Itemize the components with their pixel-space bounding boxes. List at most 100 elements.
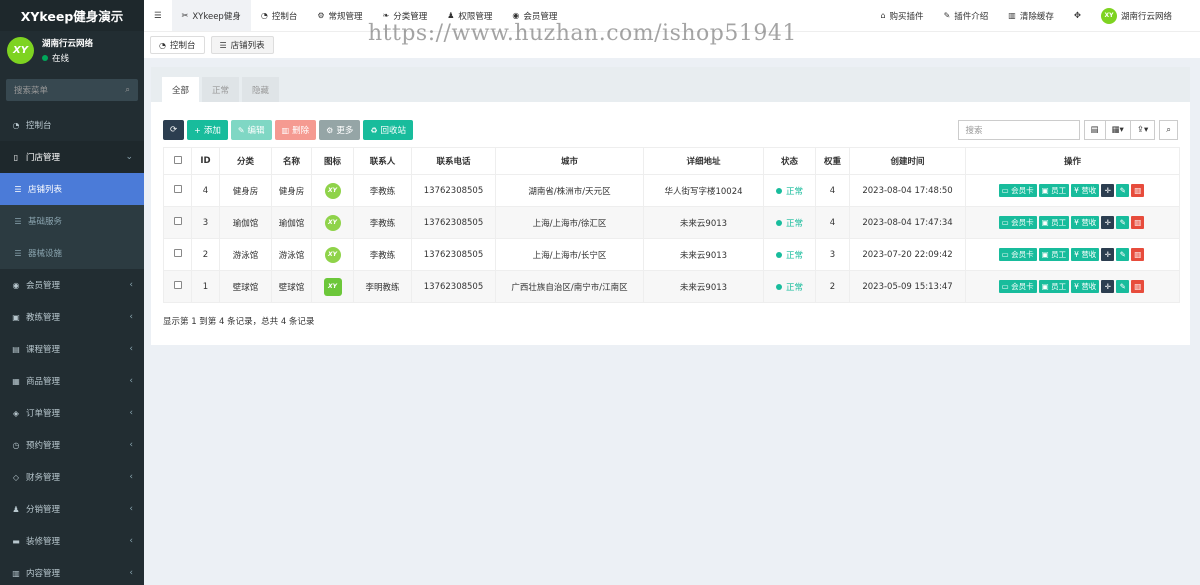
col-address[interactable]: 详细地址 (643, 147, 764, 175)
sidebar-item-decoration[interactable]: ▬ 装修管理 ‹ (0, 525, 144, 557)
table-row[interactable]: 4 健身房 健身房 XY 李教练 13762308505 湖南省/株洲市/天元区… (163, 174, 1180, 207)
fullscreen-button[interactable]: ✥ (1064, 0, 1091, 31)
cell-status[interactable]: 正常 (763, 206, 816, 239)
member-card-button[interactable]: ▭ 会员卡 (998, 216, 1037, 229)
sidebar-item-distribution[interactable]: ♟ 分销管理 ‹ (0, 493, 144, 525)
table-row[interactable]: 3 瑜伽馆 瑜伽馆 XY 李教练 13762308505 上海/上海市/徐汇区 … (163, 206, 1180, 239)
member-card-button[interactable]: ▭ 会员卡 (998, 280, 1037, 293)
col-id[interactable]: ID (191, 147, 220, 175)
member-card-button[interactable]: ▭ 会员卡 (998, 184, 1037, 197)
cell-status[interactable]: 正常 (763, 270, 816, 303)
sidebar-item-coaches[interactable]: ▣ 教练管理 ‹ (0, 301, 144, 333)
table-row[interactable]: 1 壁球馆 壁球馆 XY 李明教练 13762308505 广西壮族自治区/南宁… (163, 270, 1180, 303)
sidebar-toggle-button[interactable]: ☰ (144, 0, 172, 31)
buy-plugin-link[interactable]: ⌂ 购买插件 (870, 0, 933, 31)
menu-search-input[interactable]: 搜索菜单 ⌕ (6, 79, 138, 101)
row-checkbox[interactable] (163, 238, 192, 271)
topnav-item-general[interactable]: ⚙ 常规管理 (307, 0, 372, 31)
sidebar-item-members[interactable]: ◉ 会员管理 ‹ (0, 269, 144, 301)
row-delete-button[interactable]: ▥ (1131, 248, 1145, 261)
toggle-view-button[interactable]: ▤ (1083, 120, 1106, 140)
edit-button[interactable]: ✎ 编辑 (230, 120, 272, 140)
store-logo-icon[interactable]: XY (324, 214, 341, 231)
row-edit-button[interactable]: ✎ (1116, 216, 1130, 229)
refresh-button[interactable]: ⟳ (163, 120, 185, 140)
sidebar-item-store-list[interactable]: ☰ 店铺列表 (0, 173, 144, 205)
table-row[interactable]: 2 游泳馆 游泳馆 XY 李教练 13762308505 上海/上海市/长宁区 … (163, 238, 1180, 271)
tab-all[interactable]: 全部 (162, 77, 200, 102)
member-card-button[interactable]: ▭ 会员卡 (998, 248, 1037, 261)
col-icon[interactable]: 图标 (311, 147, 354, 175)
col-weight[interactable]: 权重 (815, 147, 850, 175)
add-button[interactable]: + 添加 (187, 120, 228, 140)
row-delete-button[interactable]: ▥ (1131, 184, 1145, 197)
row-checkbox[interactable] (163, 206, 192, 239)
store-logo-icon[interactable]: XY (324, 246, 341, 263)
table-search-input[interactable]: 搜索 (957, 120, 1080, 140)
staff-button[interactable]: ▣ 员工 (1038, 280, 1070, 293)
sidebar-item-orders[interactable]: ◈ 订单管理 ‹ (0, 397, 144, 429)
delete-button[interactable]: ▥ 删除 (274, 120, 317, 140)
sidebar-item-appointments[interactable]: ◷ 预约管理 ‹ (0, 429, 144, 461)
row-edit-button[interactable]: ✎ (1116, 184, 1130, 197)
advanced-search-button[interactable]: ⌕ (1159, 120, 1178, 140)
cell-phone: 13762308505 (411, 206, 496, 239)
sidebar-item-finance[interactable]: ◇ 财务管理 ‹ (0, 461, 144, 493)
col-phone[interactable]: 联系电话 (411, 147, 496, 175)
col-name[interactable]: 名称 (271, 147, 312, 175)
sidebar-item-basic-services[interactable]: ☰ 基础服务 (0, 205, 144, 237)
col-city[interactable]: 城市 (495, 147, 644, 175)
topnav-item-members[interactable]: ◉ 会员管理 (502, 0, 567, 31)
store-logo-icon[interactable]: XY (323, 277, 342, 296)
export-button[interactable]: ⇪▾ (1130, 120, 1156, 140)
sidebar-item-equipment[interactable]: ☰ 器械设施 (0, 237, 144, 269)
clear-cache-button[interactable]: ▥ 清除缓存 (998, 0, 1064, 31)
drag-sort-button[interactable]: ✛ (1101, 216, 1115, 229)
col-created[interactable]: 创建时间 (849, 147, 966, 175)
row-delete-button[interactable]: ▥ (1131, 216, 1145, 229)
recycle-bin-button[interactable]: ♻ 回收站 (363, 120, 414, 140)
row-edit-button[interactable]: ✎ (1116, 280, 1130, 293)
row-edit-button[interactable]: ✎ (1116, 248, 1130, 261)
row-delete-button[interactable]: ▥ (1131, 280, 1145, 293)
search-icon[interactable]: ⌕ (125, 85, 130, 95)
tab-hidden[interactable]: 隐藏 (242, 77, 280, 102)
col-contact[interactable]: 联系人 (353, 147, 412, 175)
drag-sort-button[interactable]: ✛ (1101, 280, 1115, 293)
plugin-intro-link[interactable]: ✎ 插件介绍 (934, 0, 999, 31)
staff-button[interactable]: ▣ 员工 (1038, 184, 1070, 197)
more-button[interactable]: ⚙ 更多 (319, 120, 361, 140)
sidebar-item-dashboard[interactable]: ◔ 控制台 (0, 109, 144, 141)
row-checkbox[interactable] (163, 270, 192, 303)
staff-button[interactable]: ▣ 员工 (1038, 216, 1070, 229)
app-logo[interactable]: XYkeep健身演示 (0, 0, 144, 31)
sidebar-item-courses[interactable]: ▤ 课程管理 ‹ (0, 333, 144, 365)
topnav-item-dashboard[interactable]: ◔ 控制台 (251, 0, 308, 31)
topnav-item-permissions[interactable]: ♟ 权限管理 (437, 0, 502, 31)
store-logo-icon[interactable]: XY (324, 182, 341, 199)
tab-normal[interactable]: 正常 (202, 77, 240, 102)
tab-dashboard[interactable]: ◔ 控制台 (150, 36, 205, 54)
drag-sort-button[interactable]: ✛ (1101, 248, 1115, 261)
topnav-item-category[interactable]: ❧ 分类管理 (373, 0, 438, 31)
tab-store-list[interactable]: ☰ 店铺列表 (210, 36, 274, 54)
sidebar-item-content[interactable]: ▥ 内容管理 ‹ (0, 557, 144, 585)
row-checkbox[interactable] (163, 174, 192, 207)
cashier-button[interactable]: ¥ 营收 (1071, 248, 1100, 261)
user-menu[interactable]: XY 湖南行云网络 (1091, 0, 1200, 31)
select-all-checkbox[interactable] (163, 147, 192, 175)
cashier-button[interactable]: ¥ 营收 (1071, 280, 1100, 293)
recycle-icon: ♻ (370, 125, 378, 135)
cell-status[interactable]: 正常 (763, 238, 816, 271)
topnav-item-xykeep[interactable]: ✂ XYkeep健身 (171, 0, 251, 31)
col-status[interactable]: 状态 (763, 147, 816, 175)
staff-button[interactable]: ▣ 员工 (1038, 248, 1070, 261)
columns-button[interactable]: ▦▾ (1105, 120, 1131, 140)
col-category[interactable]: 分类 (219, 147, 272, 175)
sidebar-item-products[interactable]: ▦ 商品管理 ‹ (0, 365, 144, 397)
cashier-button[interactable]: ¥ 营收 (1071, 184, 1100, 197)
cashier-button[interactable]: ¥ 营收 (1071, 216, 1100, 229)
cell-status[interactable]: 正常 (763, 174, 816, 207)
sidebar-item-store-management[interactable]: ▯ 门店管理 ⌄ (0, 141, 144, 173)
drag-sort-button[interactable]: ✛ (1101, 184, 1115, 197)
